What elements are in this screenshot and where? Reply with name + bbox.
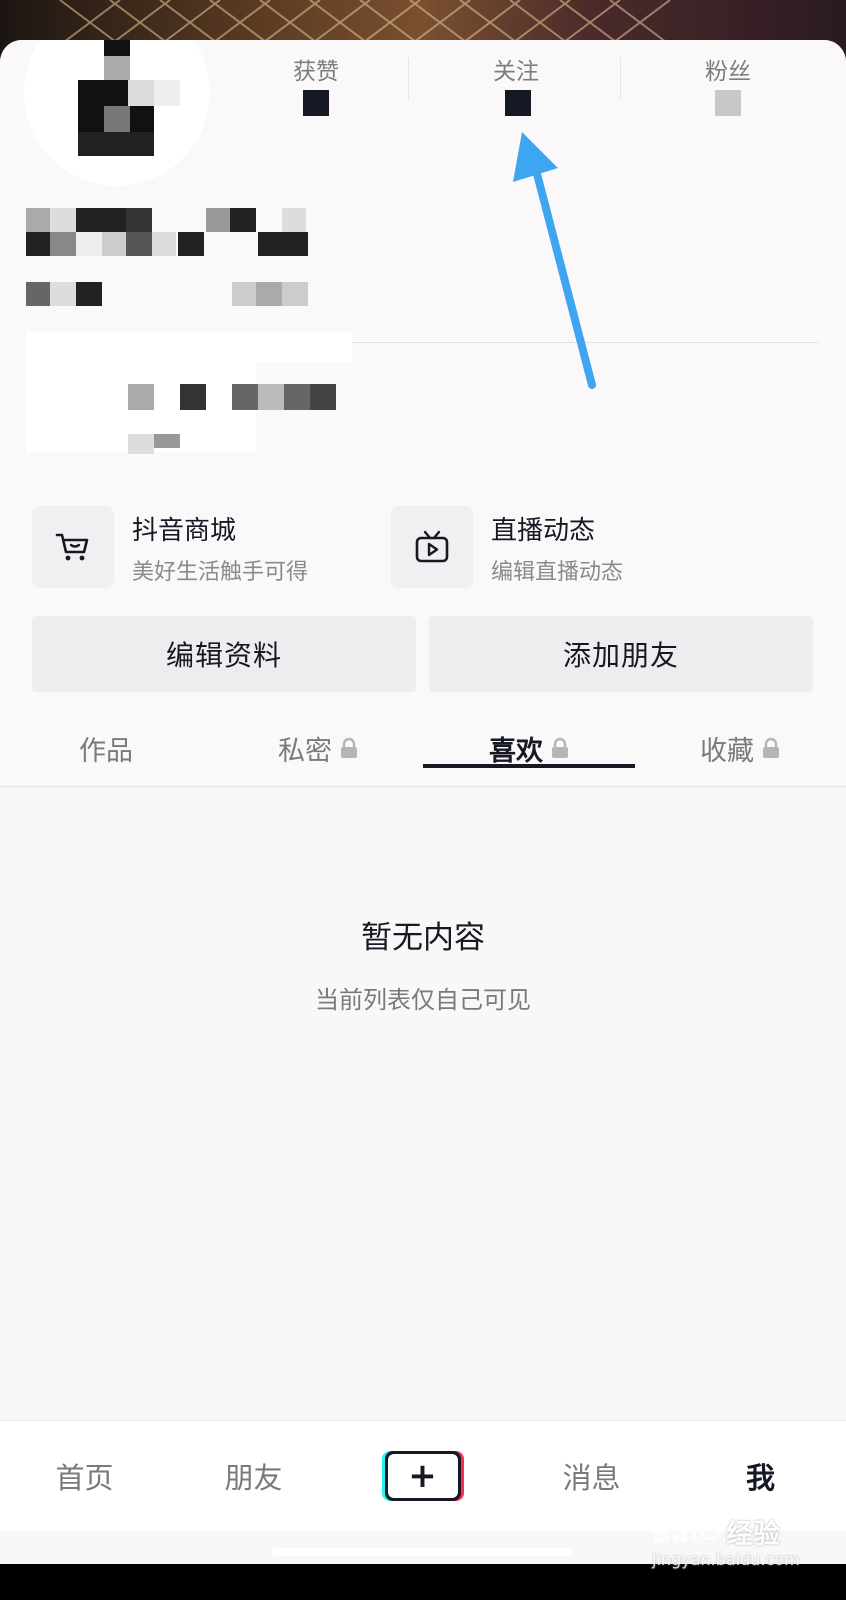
active-tab-indicator (423, 764, 635, 768)
watermark-url: jingyan.baidu.com (652, 1550, 800, 1569)
nav-friends[interactable]: 朋友 (169, 1421, 338, 1531)
stat-likes[interactable]: 获赞 (210, 52, 422, 86)
avatar-mosaic (78, 80, 128, 106)
tab-works[interactable]: 作品 (0, 712, 212, 784)
shortcut-title: 直播动态 (491, 516, 596, 546)
lock-icon (552, 737, 568, 758)
profile-tabs: 作品 私密 喜欢 收藏 (0, 712, 846, 787)
stat-following[interactable]: 关注 (410, 52, 622, 86)
nav-messages[interactable]: 消息 (507, 1421, 676, 1531)
baidu-jingyan-watermark: Bai 经验 jingyan.baidu.com (652, 1512, 842, 1572)
stat-divider (408, 58, 409, 100)
shortcut-subtitle: 美好生活触手可得 (132, 560, 309, 585)
tab-label: 收藏 (700, 735, 754, 767)
stat-divider (620, 58, 621, 100)
lock-icon (763, 737, 779, 758)
profile-card: 获赞 关注 粉丝 抖音商城 美好生活触手可得 直播动态 编辑直播动态 编辑资料 … (0, 40, 846, 1564)
avatar-mosaic (128, 80, 154, 106)
home-indicator[interactable] (272, 1548, 574, 1556)
avatar-mosaic (78, 132, 154, 156)
avatar-mosaic (154, 80, 180, 106)
profile-stats: 获赞 关注 粉丝 (210, 40, 846, 150)
tab-likes[interactable]: 喜欢 (423, 712, 635, 784)
stat-followers[interactable]: 粉丝 (622, 52, 834, 86)
tab-favorites[interactable]: 收藏 (634, 712, 846, 784)
stat-followers-value-redacted (715, 90, 741, 116)
tab-label: 作品 (79, 735, 133, 767)
empty-state-title: 暂无内容 (361, 920, 485, 956)
avatar-mosaic (104, 56, 130, 80)
plus-icon: + (381, 1451, 464, 1501)
edit-profile-button[interactable]: 编辑资料 (32, 616, 416, 692)
shortcut-title: 抖音商城 (132, 516, 237, 546)
stat-label: 获赞 (293, 59, 339, 85)
avatar-mosaic (104, 40, 130, 56)
tv-play-icon (391, 506, 473, 588)
empty-state-subtitle: 当前列表仅自己可见 (315, 986, 531, 1014)
stat-label: 粉丝 (705, 59, 751, 85)
nav-create-button[interactable]: + (338, 1421, 507, 1531)
lock-icon (341, 737, 357, 758)
nav-home[interactable]: 首页 (0, 1421, 169, 1531)
stat-following-value-redacted (505, 90, 531, 116)
shortcut-subtitle: 编辑直播动态 (491, 560, 624, 585)
stat-likes-value-redacted (303, 90, 329, 116)
tab-private[interactable]: 私密 (212, 712, 424, 784)
avatar-mosaic (104, 106, 130, 132)
stat-label: 关注 (493, 59, 539, 85)
add-friend-button[interactable]: 添加朋友 (429, 616, 813, 692)
tab-label: 私密 (278, 735, 332, 767)
svg-text:Bai: Bai (652, 1519, 698, 1549)
watermark-text: 经验 (726, 1519, 780, 1550)
douyin-mall-entry[interactable]: 抖音商城 美好生活触手可得 (32, 506, 382, 590)
tab-label: 喜欢 (489, 735, 543, 767)
shopping-cart-icon (32, 506, 114, 588)
baidu-paw-logo: Bai (652, 1519, 721, 1549)
avatar-mosaic (130, 106, 154, 132)
avatar-mosaic (78, 106, 104, 132)
live-feed-entry[interactable]: 直播动态 编辑直播动态 (391, 506, 741, 590)
